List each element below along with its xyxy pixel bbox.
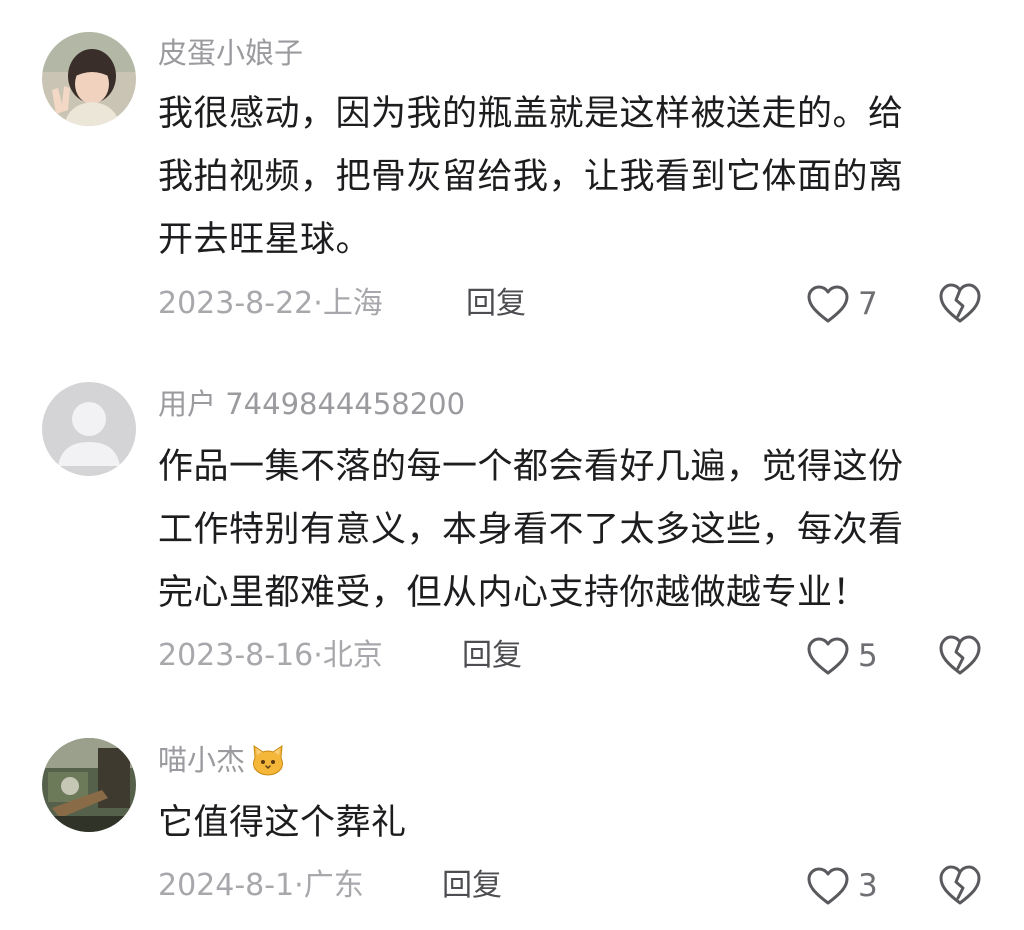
heart-outline-icon [807, 637, 849, 675]
username[interactable]: 用户 7449844458200 [158, 384, 465, 424]
comment-date: 2024-8-1 [158, 868, 295, 903]
username[interactable]: 皮蛋小娘子 [158, 33, 303, 73]
comment-date: 2023-8-16 [158, 638, 314, 673]
comment-text: 我很感动，因为我的瓶盖就是这样被送走的。给 我拍视频，把骨灰留给我，让我看到它体… [158, 83, 968, 272]
comment-meta: 2024-8-1·广东 [158, 866, 364, 906]
meta-separator: · [313, 638, 323, 673]
comment-meta: 2023-8-16·北京 [158, 636, 383, 676]
like-count: 5 [858, 638, 878, 674]
reply-button[interactable]: 回复 [466, 284, 526, 324]
avatar[interactable] [42, 382, 136, 476]
comment-line: 它值得这个葬礼 [158, 803, 407, 843]
broken-heart-icon [939, 283, 981, 323]
comment-text: 作品一集不落的每一个都会看好几遍，觉得这份 工作特别有意义，本身看不了太多这些，… [158, 436, 968, 625]
meta-separator: · [294, 868, 304, 903]
dislike-button[interactable] [938, 864, 982, 908]
comment-date: 2023-8-22 [158, 286, 314, 321]
comment-location: 北京 [322, 638, 383, 673]
like-button[interactable]: 7 [806, 282, 878, 326]
comment-line: 开去旺星球。 [158, 220, 372, 260]
comment-line: 我很感动，因为我的瓶盖就是这样被送走的。给 [158, 94, 904, 134]
like-button[interactable]: 3 [806, 864, 878, 908]
comment-meta: 2023-8-22·上海 [158, 284, 383, 324]
avatar[interactable] [42, 738, 136, 832]
comment-line: 完心里都难受，但从内心支持你越做越专业！ [158, 573, 869, 613]
cat-face-emoji [251, 744, 285, 786]
broken-heart-icon [939, 635, 981, 675]
avatar[interactable] [42, 32, 136, 126]
dislike-button[interactable] [938, 634, 982, 678]
like-count: 7 [858, 286, 878, 322]
comment-line: 我拍视频，把骨灰留给我，让我看到它体面的离 [158, 157, 904, 197]
heart-outline-icon [807, 867, 849, 905]
comment-location: 上海 [322, 286, 383, 321]
comment-line: 作品一集不落的每一个都会看好几遍，觉得这份 [158, 447, 904, 487]
username[interactable]: 喵小杰 [158, 740, 285, 786]
reply-button[interactable]: 回复 [442, 866, 502, 906]
meta-separator: · [313, 286, 323, 321]
heart-outline-icon [807, 285, 849, 323]
comment-text: 它值得这个葬礼 [158, 792, 968, 855]
like-count: 3 [858, 868, 878, 904]
like-button[interactable]: 5 [806, 634, 878, 678]
dislike-button[interactable] [938, 282, 982, 326]
reply-button[interactable]: 回复 [462, 636, 522, 676]
broken-heart-icon [939, 865, 981, 905]
comment-line: 工作特别有意义，本身看不了太多这些，每次看 [158, 510, 904, 550]
username-text: 喵小杰 [158, 743, 246, 777]
comment-location: 广东 [303, 868, 364, 903]
